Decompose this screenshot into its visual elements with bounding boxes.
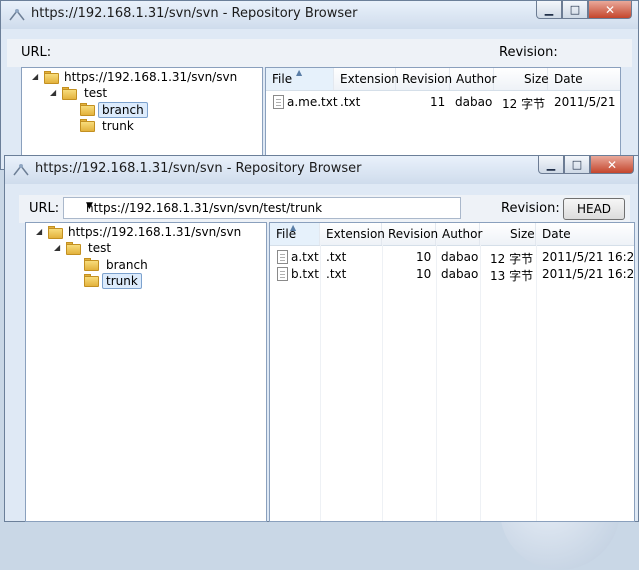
back-window-title: https://192.168.1.31/svn/svn - Repositor… (31, 6, 358, 21)
file-date: 2011/5/21 16 (554, 95, 620, 109)
front-col-file[interactable]: ▲ File (270, 223, 320, 245)
front-folder-tree[interactable]: ◢ https://192.168.1.31/svn/svn ◢ test br… (25, 222, 267, 522)
back-maximize-button[interactable]: □ (562, 1, 588, 19)
back-close-button[interactable]: ✕ (588, 1, 632, 19)
file-size: 12 字节 (490, 252, 534, 266)
maximize-icon: □ (569, 3, 581, 16)
back-repository-browser-window: https://192.168.1.31/svn/svn - Repositor… (0, 0, 639, 170)
file-name: a.txt (291, 250, 319, 264)
file-date: 2011/5/21 16:28 (542, 267, 635, 281)
back-col-revision[interactable]: Revision (396, 68, 452, 90)
front-url-label: URL: (29, 201, 60, 216)
file-size: 12 字节 (502, 97, 546, 111)
front-tree-trunk[interactable]: trunk (102, 273, 142, 289)
minimize-icon: ▁ (546, 158, 556, 171)
file-extension: .txt (326, 250, 347, 264)
file-date: 2011/5/21 16:28 (542, 250, 635, 264)
front-list-header: ▲ File Extension Revision Author Size Dat… (270, 223, 634, 246)
front-col-extension[interactable]: Extension (320, 223, 385, 245)
column-divider (436, 245, 437, 521)
back-branch-folder-icon (80, 102, 96, 116)
file-extension: .txt (326, 267, 347, 281)
back-col-size[interactable]: Size (494, 68, 549, 90)
back-trunk-folder-icon (80, 118, 96, 132)
url-combobox[interactable]: https://192.168.1.31/svn/svn/test/trunk … (63, 197, 461, 219)
sort-ascending-icon: ▲ (296, 68, 303, 77)
back-url-bar: URL: Revision: (7, 39, 632, 67)
file-name: b.txt (291, 267, 319, 281)
back-folder-tree[interactable]: ◢ https://192.168.1.31/svn/svn ◢ test br… (21, 67, 263, 169)
column-divider (480, 245, 481, 521)
maximize-icon: □ (571, 158, 583, 171)
back-root-folder-icon (44, 70, 60, 84)
column-divider (382, 245, 383, 521)
back-col-author[interactable]: Author (450, 68, 496, 90)
front-url-bar: URL: https://192.168.1.31/svn/svn/test/t… (19, 195, 630, 223)
sort-ascending-icon: ▲ (290, 223, 297, 232)
column-divider (536, 245, 537, 521)
front-trunk-folder-icon (84, 273, 100, 287)
back-tree-trunk[interactable]: trunk (102, 119, 134, 135)
front-collapse-root-icon[interactable]: ◢ (36, 227, 42, 236)
file-revision: 10 (416, 267, 432, 281)
file-revision: 11 (430, 95, 446, 109)
text-file-icon (277, 250, 288, 264)
repo-browser-app-icon (9, 9, 25, 21)
front-close-button[interactable]: ✕ (590, 156, 634, 174)
back-file-list[interactable]: ▲ File Extension Revision Author Size Dat… (265, 67, 621, 169)
repo-browser-app-icon (13, 164, 29, 176)
back-test-folder-icon (62, 86, 78, 100)
front-revision-label: Revision: (501, 201, 560, 216)
front-col-author[interactable]: Author (436, 223, 482, 245)
front-root-folder-icon (48, 225, 64, 239)
front-title-bar: https://192.168.1.31/svn/svn - Repositor… (5, 156, 638, 184)
front-collapse-test-icon[interactable]: ◢ (54, 243, 60, 252)
back-col-file[interactable]: ▲ File (266, 68, 334, 90)
front-tree-root[interactable]: https://192.168.1.31/svn/svn (68, 225, 241, 241)
back-tree-test[interactable]: test (84, 86, 107, 102)
column-divider (320, 245, 321, 521)
close-icon: ✕ (606, 158, 618, 172)
back-tree-root[interactable]: https://192.168.1.31/svn/svn (64, 70, 237, 86)
front-minimize-button[interactable]: ▁ (538, 156, 564, 174)
back-url-label: URL: (21, 45, 52, 60)
back-revision-label: Revision: (499, 45, 558, 60)
front-branch-folder-icon (84, 257, 100, 271)
close-icon: ✕ (604, 3, 616, 17)
back-title-bar: https://192.168.1.31/svn/svn - Repositor… (1, 1, 638, 29)
file-author: dabao (455, 95, 493, 109)
back-collapse-test-icon[interactable]: ◢ (50, 88, 56, 97)
head-revision-button[interactable]: HEAD (563, 198, 625, 220)
file-size: 13 字节 (490, 269, 534, 283)
front-test-folder-icon (66, 241, 82, 255)
file-author: dabao (441, 267, 479, 281)
dropdown-arrow-icon[interactable]: ▼ (86, 201, 454, 211)
text-file-icon (273, 95, 284, 109)
back-tree-branch[interactable]: branch (98, 102, 148, 118)
back-minimize-button[interactable]: ▁ (536, 1, 562, 19)
back-col-date[interactable]: Date (548, 68, 620, 90)
text-file-icon (277, 267, 288, 281)
back-col-extension[interactable]: Extension (334, 68, 399, 90)
file-revision: 10 (416, 250, 432, 264)
file-author: dabao (441, 250, 479, 264)
file-name: a.me.txt (287, 95, 338, 109)
front-tree-test[interactable]: test (88, 241, 111, 257)
front-col-size[interactable]: Size (480, 223, 536, 245)
front-file-list[interactable]: ▲ File Extension Revision Author Size Dat… (269, 222, 635, 522)
front-window-title: https://192.168.1.31/svn/svn - Repositor… (35, 161, 362, 176)
minimize-icon: ▁ (544, 3, 554, 16)
back-collapse-root-icon[interactable]: ◢ (32, 72, 38, 81)
back-list-header: ▲ File Extension Revision Author Size Dat… (266, 68, 620, 91)
front-repository-browser-window: https://192.168.1.31/svn/svn - Repositor… (4, 155, 639, 522)
front-tree-branch[interactable]: branch (106, 258, 148, 274)
file-extension: .txt (340, 95, 361, 109)
front-col-revision[interactable]: Revision (382, 223, 438, 245)
front-maximize-button[interactable]: □ (564, 156, 590, 174)
front-col-date[interactable]: Date (536, 223, 634, 245)
